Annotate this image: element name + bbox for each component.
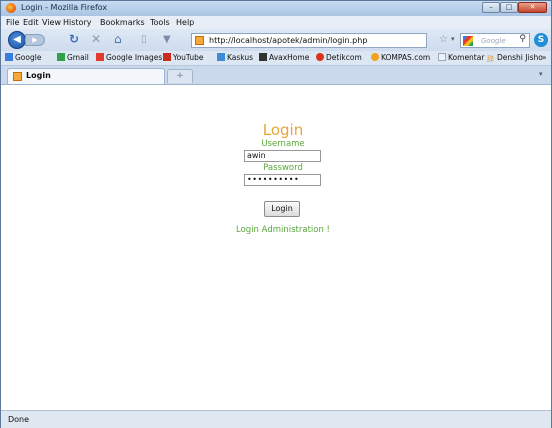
minimize-button[interactable]: – — [482, 2, 500, 13]
home-icon[interactable]: ⌂ — [114, 33, 122, 46]
title-bar: Login - Mozilla Firefox – □ ✕ — [1, 1, 551, 16]
navigation-toolbar: ◀ ▶ ↻ ✕ ⌂ ▯ ▼ http://localhost/apotek/ad… — [1, 29, 551, 51]
bookmark-google-images[interactable]: Google Images — [96, 53, 162, 62]
avaxhome-icon — [259, 53, 267, 61]
status-text: Done — [8, 415, 30, 424]
bookmark-label: YouTube — [173, 53, 204, 62]
google-icon — [96, 53, 104, 61]
status-bar: Done — [1, 410, 551, 428]
bookmark-label: Komentar — [448, 53, 485, 62]
password-label: Password — [263, 163, 303, 173]
bookmark-avaxhome[interactable]: AvaxHome — [259, 53, 309, 62]
bookmark-komentar[interactable]: Komentar — [438, 53, 484, 62]
bookmark-label: Kaskus — [227, 53, 254, 62]
bookmark-gmail[interactable]: Gmail — [57, 53, 89, 62]
bookmarks-toolbar: Google Gmail Google Images YouTube Kasku… — [1, 51, 551, 66]
menu-file[interactable]: File — [6, 18, 19, 27]
bookmark-star-icon[interactable]: ☆ — [439, 34, 448, 45]
search-icon[interactable]: ⚲ — [519, 34, 526, 44]
url-text: http://localhost/apotek/admin/login.php — [209, 36, 368, 45]
tab-label: Login — [26, 71, 51, 80]
menu-view[interactable]: View — [42, 18, 61, 27]
page-icon — [438, 53, 446, 61]
bookmark-label: Google — [15, 53, 42, 62]
page-icon[interactable]: ▯ — [141, 33, 147, 46]
bookmark-label: Detikcom — [326, 53, 362, 62]
browser-window: Login - Mozilla Firefox – □ ✕ File Edit … — [0, 0, 552, 428]
youtube-icon — [163, 53, 171, 61]
menu-bar: File Edit View History Bookmarks Tools H… — [1, 16, 551, 29]
back-arrow-icon[interactable]: ◀ — [8, 31, 26, 49]
google-icon — [463, 36, 473, 46]
addon-icon[interactable]: ▼ — [163, 33, 171, 46]
stop-icon[interactable]: ✕ — [91, 33, 101, 46]
menu-edit[interactable]: Edit — [23, 18, 39, 27]
google-icon — [57, 53, 65, 61]
bookmark-kompas[interactable]: KOMPAS.com — [371, 53, 430, 62]
bookmark-detikcom[interactable]: Detikcom — [316, 53, 362, 62]
menu-help[interactable]: Help — [176, 18, 194, 27]
bookmark-denshi-jisho[interactable]: 辞 Denshi Jisho — [487, 53, 543, 63]
bookmarks-overflow-icon[interactable]: » — [542, 53, 547, 62]
bookmark-label: AvaxHome — [269, 53, 310, 62]
bookmark-kaskus[interactable]: Kaskus — [217, 53, 253, 62]
detikcom-icon — [316, 53, 324, 61]
site-favicon-icon — [13, 72, 22, 81]
menu-history[interactable]: History — [63, 18, 91, 27]
site-favicon-icon — [195, 36, 204, 45]
bookmark-youtube[interactable]: YouTube — [163, 53, 204, 62]
bookmark-label: Denshi Jisho — [497, 53, 543, 62]
bookmark-label: Google Images — [106, 53, 163, 62]
bookmark-google[interactable]: Google — [5, 53, 41, 62]
login-administration-text: Login Administration ! — [236, 225, 330, 235]
bookmark-label: Gmail — [67, 53, 89, 62]
search-placeholder: Google — [481, 37, 506, 45]
firefox-icon — [6, 3, 16, 13]
tab-list-icon[interactable]: ▾ — [539, 70, 549, 82]
username-field[interactable]: awin — [244, 150, 321, 162]
tab-login[interactable]: Login — [7, 68, 165, 84]
url-dropdown-icon[interactable]: ▾ — [451, 35, 455, 43]
bookmark-label: KOMPAS.com — [381, 53, 431, 62]
password-field[interactable]: •••••••••• — [244, 174, 321, 186]
skype-icon[interactable]: S — [534, 33, 548, 47]
window-title: Login - Mozilla Firefox — [21, 3, 108, 12]
google-icon — [5, 53, 13, 61]
search-box[interactable]: Google ⚲ — [460, 33, 530, 48]
reload-icon[interactable]: ↻ — [69, 33, 79, 46]
forward-arrow-icon[interactable]: ▶ — [25, 34, 45, 46]
menu-bookmarks[interactable]: Bookmarks — [100, 18, 145, 27]
tab-bar: Login + ▾ — [1, 66, 551, 85]
url-bar[interactable]: http://localhost/apotek/admin/login.php — [191, 33, 427, 48]
username-label: Username — [261, 139, 305, 149]
menu-tools[interactable]: Tools — [150, 18, 170, 27]
maximize-button[interactable]: □ — [500, 2, 518, 13]
jisho-icon: 辞 — [487, 55, 494, 63]
login-button[interactable]: Login — [264, 201, 300, 217]
kompas-icon — [371, 53, 379, 61]
kaskus-icon — [217, 53, 225, 61]
close-button[interactable]: ✕ — [518, 2, 547, 13]
page-content: Login Username awin Password •••••••••• … — [1, 85, 551, 410]
new-tab-button[interactable]: + — [167, 69, 193, 83]
login-heading: Login — [262, 121, 304, 139]
